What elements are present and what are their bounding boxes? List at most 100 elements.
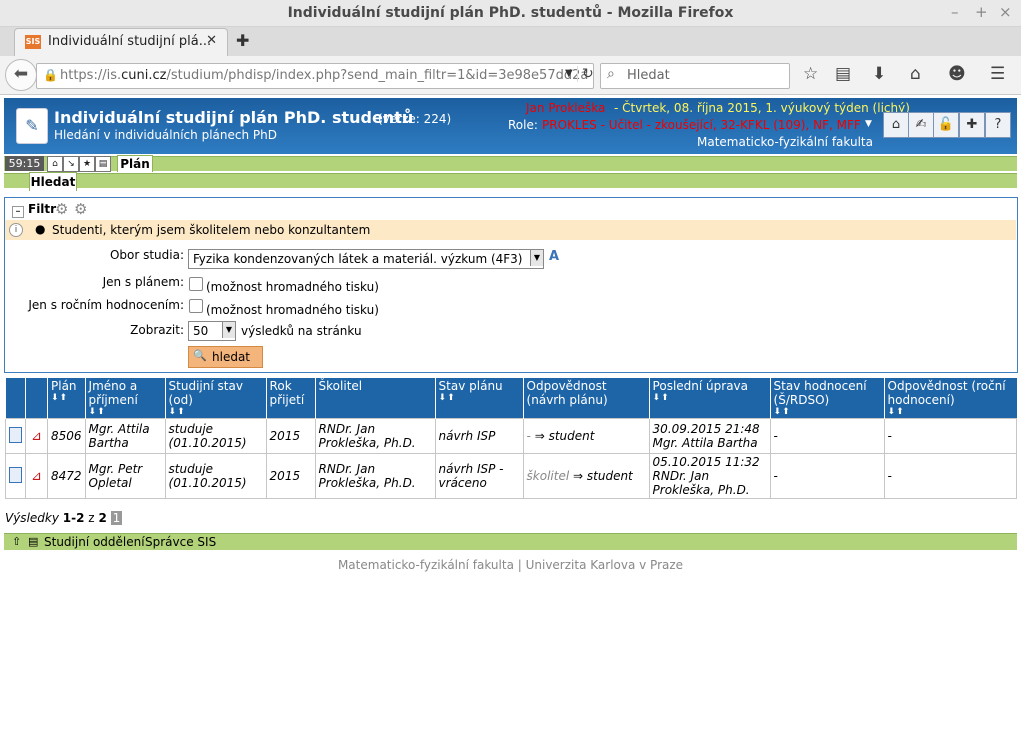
home-icon[interactable]: ⌂ — [47, 156, 63, 172]
rocni-note: (možnost hromadného tisku) — [206, 303, 379, 317]
pdf-icon[interactable]: ⊿ — [31, 429, 42, 444]
search-button[interactable]: 🔍 hledat — [188, 346, 263, 368]
maximize-button[interactable]: + — [975, 3, 988, 21]
menu-icon[interactable]: ☰ — [990, 64, 1005, 84]
cell-study-state: studuje (01.10.2015) — [164, 418, 267, 454]
col-evaluation[interactable]: Stav hodnocení (Š/RDSO) ⬇⬆ — [769, 378, 885, 419]
lock-icon[interactable]: 🔓 — [933, 112, 959, 138]
cell-plan-state: návrh ISP - vráceno — [434, 453, 524, 499]
document-icon[interactable] — [9, 466, 22, 483]
col-plan-state[interactable]: Stav plánu ⬇⬆ — [434, 378, 524, 419]
cell-plan[interactable]: 8506 — [47, 418, 86, 454]
footer-link-study-office[interactable]: Studijní oddělení — [44, 535, 145, 549]
role-dropdown-icon[interactable]: ▼ — [865, 119, 872, 129]
filter-title[interactable]: – Filtr — [12, 202, 56, 218]
cell-year: 2015 — [265, 418, 316, 454]
cell-name: Mgr. Petr Opletal — [84, 453, 166, 499]
url-dropdown-icon[interactable]: ▼ — [565, 68, 573, 79]
cell-supervisor: RNDr. Jan Prokleška, Ph.D. — [314, 418, 436, 454]
url-text: https://is.cuni.cz/studium/phdisp/index.… — [60, 68, 589, 83]
arrow-icon[interactable]: ↘ — [63, 156, 79, 172]
print-icon[interactable]: ▤ — [28, 535, 38, 548]
help-icon[interactable]: ? — [985, 112, 1011, 138]
col-plan[interactable]: Plán ⬇⬆ — [47, 378, 86, 419]
up-arrow-icon[interactable]: ⇧ — [12, 535, 21, 548]
col-year[interactable]: Rok přijetí — [265, 378, 316, 419]
cell-responsibility: školitel ⇒ student — [522, 453, 650, 499]
col-responsibility-annual[interactable]: Odpovědnost (roční hodnocení) ⬇⬆ — [883, 378, 1017, 419]
pager: Výsledky 1-2 z 2 1 — [5, 511, 123, 525]
pager-range: 1-2 — [62, 511, 85, 525]
download-icon[interactable]: ⬇ — [872, 64, 886, 84]
pager-total: 2 — [98, 511, 107, 525]
gear-green-icon[interactable]: ⚙ — [74, 200, 87, 218]
tab-plan[interactable]: Plán — [117, 155, 153, 172]
app-logo-icon[interactable]: ✎ — [16, 108, 48, 144]
bookmark-star-icon[interactable]: ☆ — [803, 64, 818, 84]
col-supervisor[interactable]: Školitel — [314, 378, 436, 419]
translate-icon[interactable]: A — [549, 249, 559, 264]
print-icon[interactable]: ▤ — [95, 156, 111, 172]
close-tab-icon[interactable]: ✕ — [206, 33, 217, 48]
rocni-checkbox[interactable] — [189, 299, 203, 313]
document-icon[interactable] — [9, 426, 22, 443]
cell-responsibility-annual: - — [883, 418, 1018, 454]
show-suffix: výsledků na stránku — [241, 324, 362, 338]
obor-select[interactable]: Fyzika kondenzovaných látek a materiál. … — [188, 249, 544, 269]
user-name[interactable]: Jan Prokleška — [526, 101, 605, 115]
cell-supervisor: RNDr. Jan Prokleška, Ph.D. — [314, 453, 436, 499]
cell-plan[interactable]: 8472 — [47, 453, 86, 499]
role-value[interactable]: PROKLES - Učitel - zkoušející, 32-KFKL (… — [542, 118, 861, 132]
footer-bar: ⇧ ▤ Studijní oddělení Správce SIS — [4, 533, 1017, 550]
cell-last-edit: 30.09.2015 21:48 Mgr. Attila Bartha — [648, 418, 771, 454]
role-label: Role: — [508, 118, 538, 132]
home-icon[interactable]: ⌂ — [883, 112, 909, 138]
footer-link-sis-admin[interactable]: Správce SIS — [145, 535, 216, 549]
col-study-state[interactable]: Studijní stav (od) ⬇⬆ — [164, 378, 267, 419]
url-bar[interactable]: 🔒 https://is.cuni.cz/studium/phdisp/inde… — [36, 63, 594, 89]
cell-evaluation: - — [769, 453, 885, 499]
search-button-label: hledat — [212, 350, 250, 364]
faculty-name: Matematicko-fyzikální fakulta — [697, 135, 873, 149]
table-row[interactable]: ⊿ 8506 Mgr. Attila Bartha studuje (01.10… — [5, 418, 1018, 454]
col-name[interactable]: Jméno a příjmení ⬇⬆ — [84, 378, 166, 419]
pager-current-page[interactable]: 1 — [110, 511, 123, 525]
document-icon[interactable]: ✍ — [908, 112, 934, 138]
col-icon1 — [5, 378, 26, 419]
col-last-edit[interactable]: Poslední úprava ⬇⬆ — [648, 378, 771, 419]
plan-checkbox[interactable] — [189, 277, 203, 291]
menu-bar — [4, 156, 1017, 171]
search-icon: 🔍 — [193, 349, 207, 362]
gear-icon[interactable]: ⚙ — [55, 200, 68, 218]
new-tab-icon[interactable]: ✚ — [236, 31, 249, 50]
home-icon[interactable]: ⌂ — [910, 64, 921, 84]
english-flag-icon[interactable]: ✚ — [959, 112, 985, 138]
page-size-select[interactable]: 50 ▼ — [188, 321, 236, 341]
browser-search-box[interactable]: ⌕ Hledat — [600, 63, 790, 89]
pdf-icon[interactable]: ⊿ — [31, 469, 42, 484]
cell-name: Mgr. Attila Bartha — [84, 418, 166, 454]
minimize-button[interactable]: – — [951, 3, 959, 21]
col-icon2 — [25, 378, 48, 419]
session-timer: 59:15 — [5, 156, 44, 171]
app-title: Individuální studijní plán PhD. studentů — [54, 108, 414, 127]
obor-selected-value: Fyzika kondenzovaných látek a materiál. … — [193, 252, 523, 266]
back-button[interactable]: ⬅ — [5, 59, 37, 91]
table-row[interactable]: ⊿ 8472 Mgr. Petr Opletal studuje (01.10.… — [5, 453, 1018, 499]
reading-list-icon[interactable]: ▤ — [835, 64, 851, 84]
col-responsibility[interactable]: Odpovědnost (návrh plánu) — [522, 378, 650, 419]
close-window-button[interactable]: × — [999, 3, 1012, 21]
cell-last-edit: 05.10.2015 11:32 RNDr. Jan Prokleška, Ph… — [648, 453, 771, 499]
browser-tab[interactable]: SIS Individuální studijní plá... ✕ — [14, 28, 228, 56]
smiley-icon[interactable]: ☻ — [948, 64, 966, 84]
collapse-icon[interactable]: – — [12, 206, 24, 218]
window-titlebar: Individuální studijní plán PhD. studentů… — [0, 0, 1021, 27]
results-table: Plán ⬇⬆ Jméno a příjmení ⬇⬆ Studijní stav … — [5, 378, 1018, 499]
app-version: (verze: 224) — [378, 112, 452, 126]
star-icon[interactable]: ★ — [79, 156, 95, 172]
cell-evaluation: - — [769, 418, 885, 454]
submenu-bar — [4, 173, 1017, 188]
cell-responsibility: - ⇒ student — [522, 418, 650, 454]
reload-icon[interactable]: ↻ — [577, 66, 594, 82]
tab-search[interactable]: Hledat — [29, 172, 77, 191]
